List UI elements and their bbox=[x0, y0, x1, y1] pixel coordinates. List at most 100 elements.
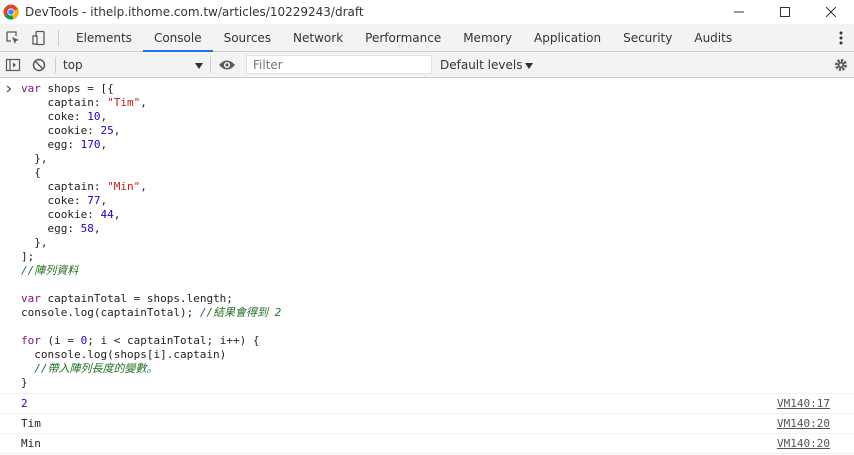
log-levels-dropdown[interactable]: Default levels bbox=[440, 57, 534, 72]
console-messages[interactable]: var shops = [{ captain: "Tim", coke: 10,… bbox=[0, 79, 854, 455]
window-titlebar: DevTools - ithelp.ithome.com.tw/articles… bbox=[0, 0, 854, 24]
tab-memory[interactable]: Memory bbox=[452, 24, 523, 51]
code-block: var shops = [{ captain: "Tim", coke: 10,… bbox=[21, 82, 854, 390]
devtools-tabbar: Elements Console Sources Network Performance… bbox=[0, 24, 854, 52]
code-token: "Min" bbox=[107, 180, 141, 193]
console-toolbar: top Default levels bbox=[0, 52, 854, 78]
code-line: console.log(captainTotal); //結果會得到 2 bbox=[21, 306, 854, 320]
code-token: //結果會得到 2 bbox=[199, 306, 282, 319]
code-line: captain: "Min", bbox=[21, 180, 854, 194]
code-token: 44 bbox=[100, 208, 114, 221]
code-token: 25 bbox=[100, 124, 114, 137]
code-line: ]; bbox=[21, 250, 854, 264]
console-log-row: 2 VM140:17 bbox=[0, 394, 854, 414]
code-token: coke: bbox=[21, 110, 88, 123]
code-token: //帶入陣列長度的變數。 bbox=[21, 362, 158, 375]
more-options-icon[interactable] bbox=[828, 31, 854, 45]
log-value: Min bbox=[21, 437, 41, 450]
tab-network[interactable]: Network bbox=[282, 24, 354, 51]
code-token: var bbox=[21, 82, 48, 95]
filter-input-wrapper bbox=[246, 55, 432, 74]
code-line: captain: "Tim", bbox=[21, 96, 854, 110]
close-button[interactable] bbox=[808, 0, 854, 24]
log-source-link[interactable]: VM140:20 bbox=[777, 437, 830, 450]
code-token: egg: bbox=[21, 138, 81, 151]
code-token: ]; bbox=[21, 250, 35, 263]
code-line: { bbox=[21, 166, 854, 180]
tab-security[interactable]: Security bbox=[612, 24, 683, 51]
code-token: cookie: bbox=[21, 124, 101, 137]
code-token: shops = [{ bbox=[47, 82, 114, 95]
tab-application[interactable]: Application bbox=[523, 24, 612, 51]
code-token: , bbox=[140, 96, 147, 109]
code-token: , bbox=[100, 194, 108, 207]
code-token: 10 bbox=[87, 110, 101, 123]
toolbar-divider bbox=[210, 56, 211, 73]
live-expression-eye-icon[interactable] bbox=[214, 51, 240, 78]
code-token: for bbox=[21, 334, 48, 347]
window-title: DevTools - ithelp.ithome.com.tw/articles… bbox=[25, 5, 364, 19]
tab-console[interactable]: Console bbox=[142, 24, 213, 52]
code-line: egg: 170, bbox=[21, 138, 854, 152]
code-token: captain: bbox=[21, 180, 108, 193]
code-line: var shops = [{ bbox=[21, 82, 854, 96]
console-output-list: 2 VM140:17 Tim VM140:20 Min VM140:20 bbox=[0, 394, 854, 454]
code-line: var captainTotal = shops.length; bbox=[21, 292, 854, 306]
console-log-row: Tim VM140:20 bbox=[0, 414, 854, 434]
code-line: egg: 58, bbox=[21, 222, 854, 236]
code-token: }, bbox=[21, 236, 48, 249]
toolbar-divider bbox=[58, 29, 59, 46]
panel-tabs: Elements Console Sources Network Performance… bbox=[65, 24, 743, 52]
clear-console-icon[interactable] bbox=[26, 51, 52, 78]
code-line: console.log(shops[i].captain) bbox=[21, 348, 854, 362]
toolbar-divider bbox=[55, 56, 56, 73]
code-token: console.log(captainTotal); bbox=[21, 306, 200, 319]
code-line: }, bbox=[21, 152, 854, 166]
code-token: } bbox=[21, 376, 28, 389]
code-line: } bbox=[21, 376, 854, 390]
code-token: , bbox=[93, 222, 101, 235]
code-token: "Tim" bbox=[107, 96, 141, 109]
code-token: , bbox=[113, 124, 121, 137]
log-source-link[interactable]: VM140:17 bbox=[777, 397, 830, 410]
inspect-element-icon[interactable] bbox=[0, 24, 26, 51]
code-line: cookie: 25, bbox=[21, 124, 854, 138]
code-token: , bbox=[100, 110, 108, 123]
code-line: coke: 10, bbox=[21, 110, 854, 124]
context-selector[interactable]: top bbox=[59, 55, 207, 74]
code-token: captain: bbox=[21, 96, 108, 109]
code-line: //帶入陣列長度的變數。 bbox=[21, 362, 854, 376]
code-token: ; i < captainTotal; i++) { bbox=[87, 334, 260, 347]
code-line: //陣列資料 bbox=[21, 264, 854, 278]
prompt-chevron-icon bbox=[6, 83, 12, 96]
log-value: 2 bbox=[21, 397, 28, 410]
tab-sources[interactable]: Sources bbox=[213, 24, 282, 51]
code-token: 77 bbox=[87, 194, 101, 207]
code-token: (i = bbox=[47, 334, 81, 347]
tab-elements[interactable]: Elements bbox=[65, 24, 143, 51]
dropdown-triangle-icon bbox=[525, 58, 534, 72]
tab-performance[interactable]: Performance bbox=[354, 24, 452, 51]
code-token: { bbox=[21, 166, 41, 179]
show-sidebar-icon[interactable] bbox=[0, 51, 26, 78]
tab-audits[interactable]: Audits bbox=[683, 24, 743, 51]
log-source-link[interactable]: VM140:20 bbox=[777, 417, 830, 430]
console-log-row: Min VM140:20 bbox=[0, 434, 854, 454]
filter-input[interactable] bbox=[251, 56, 431, 73]
code-token: //陣列資料 bbox=[21, 264, 79, 277]
console-settings-gear-icon[interactable] bbox=[828, 58, 854, 72]
dropdown-triangle-icon bbox=[195, 58, 203, 72]
minimize-button[interactable] bbox=[716, 0, 762, 24]
console-input-entry: var shops = [{ captain: "Tim", coke: 10,… bbox=[0, 79, 854, 394]
code-line: }, bbox=[21, 236, 854, 250]
code-token: egg: bbox=[21, 222, 81, 235]
code-token: captainTotal = shops.length; bbox=[47, 292, 233, 305]
log-levels-label: Default levels bbox=[440, 57, 523, 72]
device-toolbar-icon[interactable] bbox=[26, 24, 52, 51]
maximize-button[interactable] bbox=[762, 0, 808, 24]
code-token: , bbox=[100, 138, 108, 151]
context-selector-label: top bbox=[63, 57, 83, 72]
log-value: Tim bbox=[21, 417, 41, 430]
